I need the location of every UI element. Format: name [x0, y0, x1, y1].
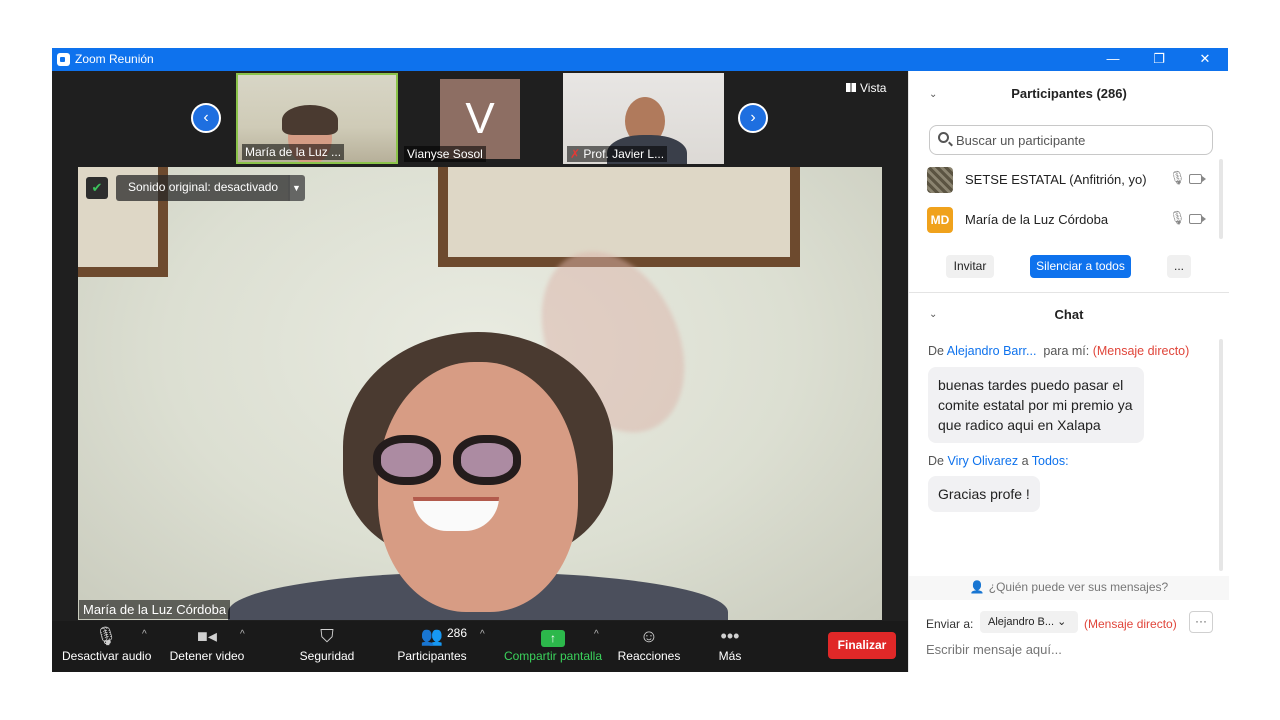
participants-scrollbar[interactable] [1219, 159, 1223, 239]
speaker-glasses [373, 435, 533, 485]
share-screen-button[interactable]: ↑ Compartir pantalla [502, 623, 604, 663]
avatar [927, 167, 953, 193]
reactions-button[interactable]: ☺ Reacciones [616, 623, 682, 663]
speaker-face [378, 362, 578, 612]
end-meeting-button[interactable]: Finalizar [828, 632, 896, 659]
thumbnail-vianyse[interactable]: V Vianyse Sosol [400, 73, 562, 164]
thumbnail-maria[interactable]: María de la Luz ... [236, 73, 398, 164]
maximize-button[interactable]: ❐ [1136, 48, 1182, 71]
chat-message-bubble: Gracias profe ! [928, 476, 1040, 512]
thumbnail-name: Vianyse Sosol [404, 146, 486, 162]
chat-more-button[interactable]: ··· [1189, 611, 1213, 633]
mute-audio-button[interactable]: 🎙 Desactivar audio [62, 623, 151, 663]
chat-title: Chat [1054, 307, 1084, 322]
stop-video-button[interactable]: ■◂ Detener video [164, 623, 250, 663]
chat-message-input[interactable] [926, 642, 1206, 657]
microphone-icon[interactable]: 🎙 [1169, 210, 1186, 226]
participant-video-hair [282, 105, 338, 135]
participant-search-input[interactable]: Buscar un participante [929, 125, 1213, 155]
send-to-dropdown[interactable]: Alejandro B... ⌄ [980, 611, 1078, 633]
participants-more-button[interactable]: ... [1167, 255, 1191, 278]
wall-frame [438, 167, 800, 267]
send-to-label: Enviar a: [926, 617, 974, 631]
more-button[interactable]: ••• Más [712, 623, 748, 663]
side-panel: ⌄ Participantes (286) Buscar un particip… [908, 71, 1229, 672]
main-participant-name: María de la Luz Córdoba [79, 600, 231, 619]
meeting-toolbar: 🎙 Desactivar audio ^ ■◂ Detener video ^ … [52, 621, 908, 672]
microphone-icon: 🎙 [94, 626, 118, 646]
grid-icon [846, 83, 856, 92]
participant-row[interactable]: SETSE ESTATAL (Anfitrión, yo) 🎙 [927, 165, 1217, 195]
emoji-icon: ☺ [639, 626, 659, 646]
invite-button[interactable]: Invitar [946, 255, 994, 278]
main-video: ✔ Sonido original: desactivado ▼ María d… [78, 167, 882, 620]
participant-name: María de la Luz Córdoba [965, 212, 1109, 227]
thumbnail-javier[interactable]: ✗ Prof. Javier L... [563, 73, 724, 164]
original-sound-toggle[interactable]: Sonido original: desactivado [116, 175, 291, 201]
chevron-down-icon[interactable]: ▼ [288, 175, 305, 201]
chat-sender-link[interactable]: Alejandro Barr... [947, 344, 1037, 358]
muted-mic-icon: ✗ [570, 147, 581, 161]
person-icon: 👤 [969, 580, 985, 594]
thumbnail-name: ✗ Prof. Javier L... [567, 146, 668, 162]
thumbnail-name: María de la Luz ... [242, 144, 345, 160]
mute-all-button[interactable]: Silenciar a todos [1030, 255, 1131, 278]
thumbnails-prev-arrow-icon[interactable]: ‹ [191, 103, 221, 133]
chat-scrollbar[interactable] [1219, 339, 1223, 571]
chat-message-header: De Alejandro Barr... para mí: (Mensaje d… [928, 344, 1190, 358]
camera-icon[interactable] [1189, 174, 1206, 184]
participant-name: SETSE ESTATAL (Anfitrión, yo) [965, 172, 1147, 187]
avatar: MD [927, 207, 953, 233]
video-options-caret-icon[interactable]: ^ [240, 629, 245, 640]
close-button[interactable]: ✕ [1182, 48, 1228, 71]
shield-icon: ⛉ [320, 626, 334, 646]
participant-count-badge: 286 [447, 626, 468, 640]
video-camera-icon: ■◂ [197, 626, 217, 646]
thumbnails-next-arrow-icon[interactable]: › [738, 103, 768, 133]
participants-options-caret-icon[interactable]: ^ [480, 629, 485, 640]
participant-row[interactable]: MD María de la Luz Córdoba 🎙 [927, 205, 1217, 235]
ellipsis-icon: ••• [720, 626, 740, 646]
who-can-see-messages[interactable]: 👤 ¿Quién puede ver sus mensajes? [909, 576, 1229, 600]
share-options-caret-icon[interactable]: ^ [594, 629, 599, 640]
chat-message-bubble: buenas tardes puedo pasar el comite esta… [928, 367, 1144, 443]
camera-icon[interactable] [1189, 214, 1206, 224]
zoom-app-icon [57, 53, 70, 66]
chat-sender-link[interactable]: Viry Olivarez [947, 454, 1018, 468]
zoom-window: Zoom Reunión — ❐ ✕ ‹ María de la Luz ...… [52, 48, 1229, 672]
microphone-icon[interactable]: 🎙 [1169, 170, 1186, 186]
view-button[interactable]: Vista [846, 81, 886, 95]
title-bar: Zoom Reunión — ❐ ✕ [52, 48, 1228, 71]
divider [909, 292, 1229, 293]
video-stage: ‹ María de la Luz ... V Vianyse Sosol ✗ … [52, 71, 908, 672]
chat-message-header: De Viry Olivarez a Todos: [928, 454, 1069, 468]
minimize-button[interactable]: — [1090, 48, 1136, 71]
share-arrow-icon: ↑ [541, 630, 565, 647]
search-icon [938, 132, 949, 143]
audio-options-caret-icon[interactable]: ^ [142, 629, 147, 640]
security-button[interactable]: ⛉ Seguridad [292, 623, 362, 663]
encryption-shield-icon[interactable]: ✔ [86, 177, 108, 199]
direct-message-tag: (Mensaje directo) [1084, 617, 1177, 631]
window-title: Zoom Reunión [75, 52, 154, 66]
chevron-down-icon: ⌄ [1057, 616, 1067, 628]
participants-title: Participantes (286) [1011, 86, 1127, 101]
